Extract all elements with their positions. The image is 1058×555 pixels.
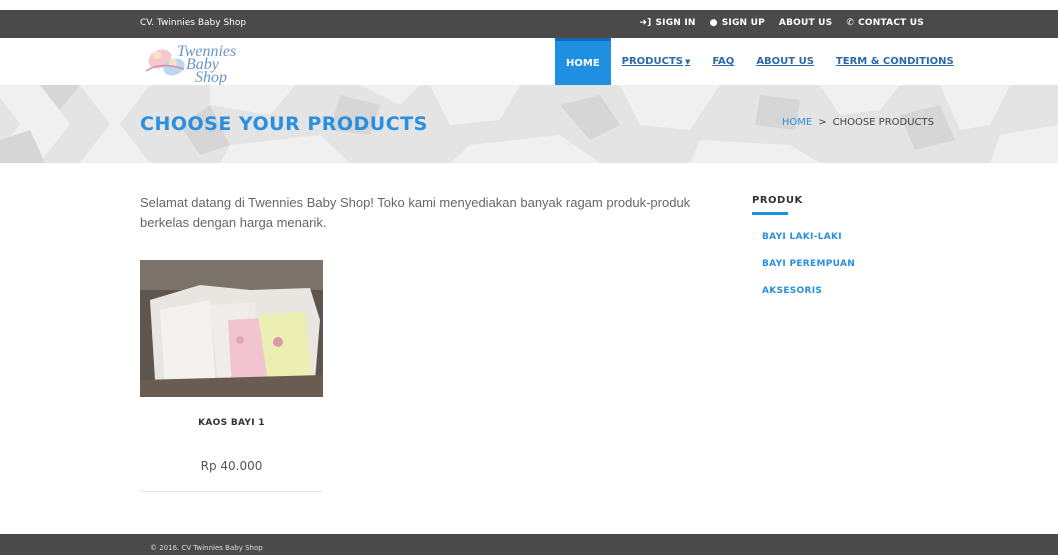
baby-clothes-photo [140,260,323,397]
nav-about-us[interactable]: ABOUT US [745,38,825,85]
about-us-top-link[interactable]: ABOUT US [779,18,832,28]
breadcrumb-separator: > [818,117,827,128]
main-nav: HOME PRODUCTS ▼ FAQ ABOUT US TERM & COND… [555,38,965,85]
nav-terms[interactable]: TERM & CONDITIONS [825,38,965,85]
contact-us-label: CONTACT US [858,18,924,28]
product-name[interactable]: KAOS BAYI 1 [140,418,323,428]
nav-products-label: PRODUCTS [621,56,683,67]
sidebar-item-bayi-perempuan[interactable]: BAYI PEREMPUAN [762,259,932,269]
product-sidebar: PRODUK BAYI LAKI-LAKI BAYI PEREMPUAN AKS… [752,195,932,313]
user-icon: ● [709,18,718,28]
logo-text-line3: Shop [195,69,227,86]
page-title: CHOOSE YOUR PRODUCTS [140,113,428,135]
sign-in-icon: ➜] [639,18,652,28]
nav-home[interactable]: HOME [555,38,611,85]
sidebar-heading: PRODUK [752,195,803,206]
site-logo[interactable]: Twennies Baby Shop [140,41,244,86]
sign-in-link[interactable]: ➜] SIGN IN [639,18,695,28]
breadcrumb: HOME > CHOOSE PRODUCTS [782,117,934,128]
welcome-text: Selamat datang di Twennies Baby Shop! To… [140,195,691,230]
sign-in-label: SIGN IN [655,18,696,28]
nav-faq[interactable]: FAQ [701,38,745,85]
sidebar-item-aksesoris[interactable]: AKSESORIS [762,286,932,296]
top-bar-brand: CV. Twinnies Baby Shop [140,18,247,28]
about-us-top-label: ABOUT US [778,18,833,28]
top-bar-links: ➜] SIGN IN ● SIGN UP ABOUT US ✆ CONTACT … [639,18,924,28]
sidebar-list: BAYI LAKI-LAKI BAYI PEREMPUAN AKSESORIS [752,232,932,296]
product-card[interactable]: KAOS BAYI 1 Rp 40.000 [140,260,323,492]
top-bar: CV. Twinnies Baby Shop ➜] SIGN IN ● SIGN… [0,10,1058,38]
contact-us-link[interactable]: ✆ CONTACT US [846,18,924,28]
breadcrumb-home[interactable]: HOME [782,117,812,128]
sidebar-item-bayi-laki-laki[interactable]: BAYI LAKI-LAKI [762,232,932,242]
product-price: Rp 40.000 [200,459,263,473]
sidebar-heading-underline [752,212,788,215]
chevron-down-icon: ▼ [684,57,691,66]
sign-up-label: SIGN UP [721,18,765,28]
phone-icon: ✆ [846,18,855,28]
sign-up-link[interactable]: ● SIGN UP [710,18,765,28]
site-footer: © 2016. CV Twinnies Baby Shop [0,534,1058,555]
footer-copyright: © 2016. CV Twinnies Baby Shop [150,544,263,552]
breadcrumb-current: CHOOSE PRODUCTS [832,117,934,128]
product-image[interactable] [140,260,323,397]
nav-products[interactable]: PRODUCTS ▼ [611,38,702,85]
site-header: Twennies Baby Shop HOME PRODUCTS ▼ FAQ A… [0,38,1058,86]
page-banner: CHOOSE YOUR PRODUCTS HOME > CHOOSE PRODUCT… [0,85,1058,163]
